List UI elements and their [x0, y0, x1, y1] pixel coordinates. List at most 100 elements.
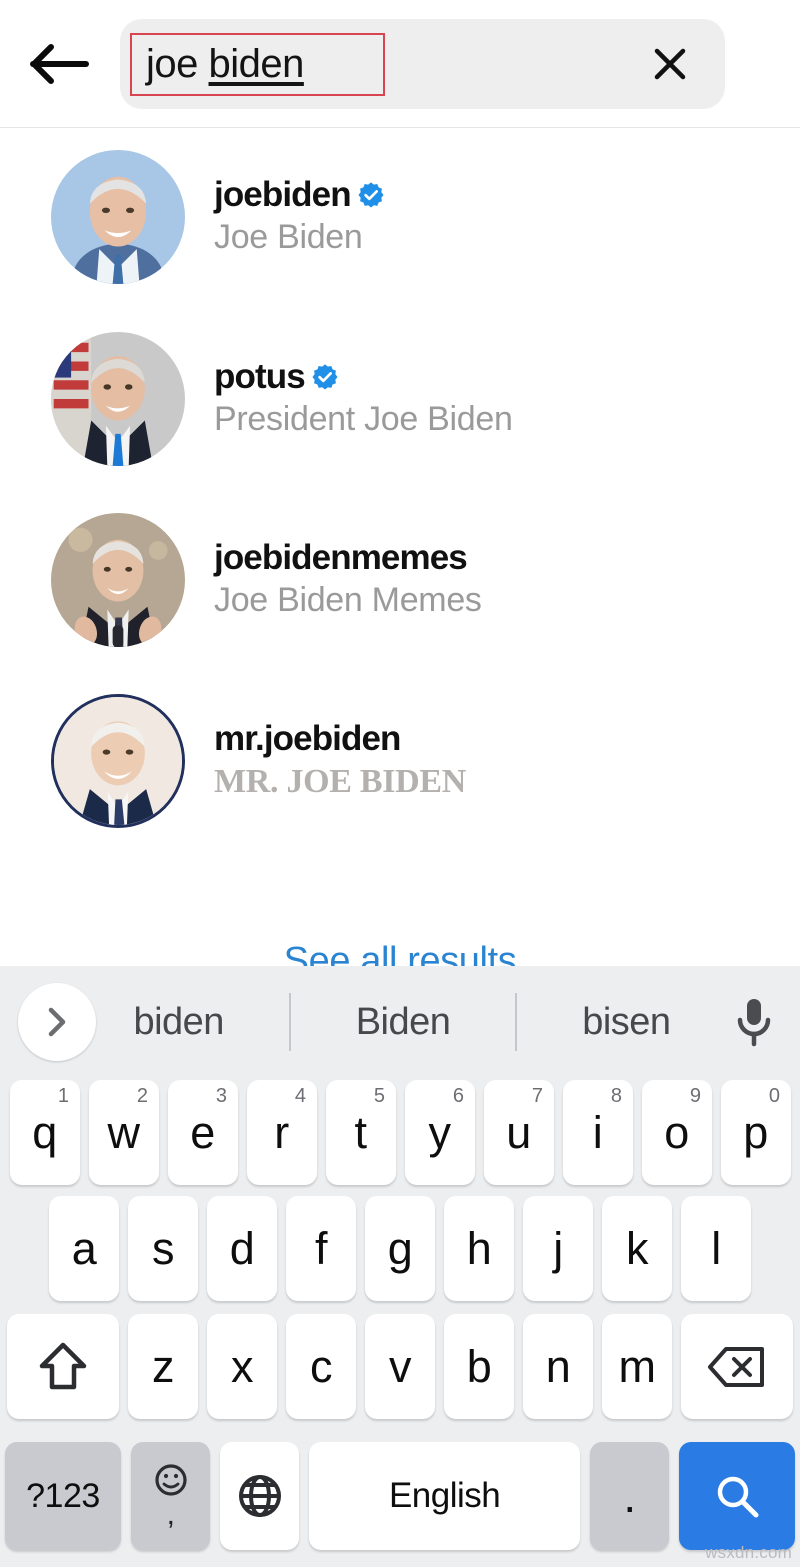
result-row-joebidenmemes[interactable]: joebidenmemes Joe Biden Memes: [0, 492, 800, 667]
suggestion-item[interactable]: bisen: [572, 1001, 680, 1044]
key-m[interactable]: m: [602, 1314, 672, 1419]
result-text-block: joebidenmemes Joe Biden Memes: [214, 537, 482, 622]
key-o[interactable]: 9o: [641, 1080, 712, 1185]
watermark: wsxdn.com: [705, 1543, 792, 1562]
key-num-label: 3: [215, 1085, 227, 1107]
result-fullname: Joe Biden Memes: [214, 581, 482, 620]
key-num-label: 8: [610, 1085, 622, 1107]
key-v[interactable]: v: [365, 1314, 435, 1419]
arrow-left-icon: [30, 43, 89, 84]
emoji-face-icon: [154, 1464, 187, 1496]
key-num-label: 0: [768, 1085, 780, 1107]
keyboard-row-1: 1q 2w 3e 4r 5t 6y 7u 8i 9o 0p: [0, 1078, 800, 1196]
key-s[interactable]: s: [128, 1196, 198, 1301]
key-e[interactable]: 3e: [167, 1080, 238, 1185]
key-num-label: 2: [136, 1085, 148, 1107]
search-screen: joe biden joebiden Joe Biden potus Presi…: [0, 0, 800, 1567]
key-w[interactable]: 2w: [88, 1080, 159, 1185]
key-label: i: [592, 1106, 603, 1158]
numbers-key[interactable]: ?123: [5, 1442, 121, 1550]
result-username: potus: [214, 357, 306, 397]
suggestion-item[interactable]: biden: [123, 1001, 233, 1044]
on-screen-keyboard: biden Biden bisen 1q 2w 3e 4r 5t 6y 7u 8…: [0, 966, 800, 1567]
key-u[interactable]: 7u: [483, 1080, 554, 1185]
key-num-label: 5: [373, 1085, 385, 1107]
search-header: joe biden: [0, 0, 800, 128]
suggestion-bar: biden Biden bisen: [0, 966, 800, 1078]
keyboard-row-3: z x c v b n m: [0, 1314, 800, 1432]
key-num-label: 6: [452, 1085, 464, 1107]
result-username: mr.joebiden: [214, 719, 401, 759]
clear-search-button[interactable]: [645, 39, 695, 89]
emoji-comma-key[interactable]: ,: [130, 1442, 211, 1550]
microphone-icon: [737, 999, 771, 1047]
key-label: q: [32, 1106, 57, 1158]
key-num-label: 1: [57, 1085, 69, 1107]
key-l[interactable]: l: [681, 1196, 751, 1301]
key-d[interactable]: d: [207, 1196, 277, 1301]
key-y[interactable]: 6y: [404, 1080, 475, 1185]
back-button[interactable]: [0, 0, 120, 128]
comma-label: ,: [166, 1498, 175, 1531]
key-f[interactable]: f: [286, 1196, 356, 1301]
globe-icon: [238, 1475, 281, 1517]
search-query-underlined: biden: [208, 41, 305, 86]
suggestion-divider: [515, 993, 518, 1051]
search-icon: [717, 1476, 759, 1518]
backspace-icon: [708, 1346, 764, 1387]
search-submit-key[interactable]: [679, 1442, 795, 1550]
avatar: [51, 331, 185, 466]
key-num-label: 4: [294, 1085, 306, 1107]
search-query-highlight-box: joe biden: [130, 32, 385, 96]
key-x[interactable]: x: [207, 1314, 277, 1419]
key-c[interactable]: c: [286, 1314, 356, 1419]
result-row-potus[interactable]: potus President Joe Biden: [0, 311, 800, 486]
key-k[interactable]: k: [602, 1196, 672, 1301]
key-label: w: [107, 1106, 141, 1158]
key-a[interactable]: a: [49, 1196, 119, 1301]
search-field[interactable]: joe biden: [120, 18, 725, 109]
key-r[interactable]: 4r: [246, 1080, 317, 1185]
key-num-label: 7: [531, 1085, 543, 1107]
avatar-image-potus: [51, 331, 185, 466]
suggestion-items: biden Biden bisen: [96, 993, 708, 1051]
result-username: joebiden: [214, 175, 352, 215]
key-label: y: [428, 1106, 452, 1158]
result-username: joebidenmemes: [214, 538, 468, 578]
key-h[interactable]: h: [444, 1196, 514, 1301]
shift-key[interactable]: [7, 1314, 119, 1419]
period-key[interactable]: .: [589, 1442, 670, 1550]
avatar-image-joebidenmemes: [51, 512, 185, 647]
key-t[interactable]: 5t: [325, 1080, 396, 1185]
key-q[interactable]: 1q: [9, 1080, 80, 1185]
key-label: t: [354, 1106, 367, 1158]
expand-suggestions-button[interactable]: [18, 983, 96, 1061]
result-row-mr-joebiden[interactable]: mr.joebiden MR. JOE BIDEN: [0, 673, 800, 848]
language-switch-key[interactable]: [220, 1442, 300, 1550]
key-i[interactable]: 8i: [562, 1080, 633, 1185]
key-g[interactable]: g: [365, 1196, 435, 1301]
key-n[interactable]: n: [523, 1314, 593, 1419]
backspace-key[interactable]: [681, 1314, 793, 1419]
keyboard-row-4: ?123 , English .: [0, 1432, 800, 1560]
key-label: e: [190, 1106, 215, 1158]
result-text-block: joebiden Joe Biden: [214, 174, 385, 259]
key-label: r: [274, 1106, 289, 1158]
keyboard-row-2: a s d f g h j k l: [0, 1196, 800, 1314]
close-icon: [654, 48, 686, 79]
result-row-joebiden[interactable]: joebiden Joe Biden: [0, 129, 800, 304]
result-text-block: mr.joebiden MR. JOE BIDEN: [214, 718, 466, 803]
space-key[interactable]: English: [309, 1442, 580, 1550]
key-p[interactable]: 0p: [720, 1080, 791, 1185]
key-z[interactable]: z: [128, 1314, 198, 1419]
key-label: p: [743, 1106, 768, 1158]
result-text-block: potus President Joe Biden: [214, 356, 513, 441]
suggestion-item[interactable]: Biden: [346, 1001, 461, 1044]
result-fullname: MR. JOE BIDEN: [214, 763, 467, 801]
key-label: u: [506, 1106, 531, 1158]
key-j[interactable]: j: [523, 1196, 593, 1301]
voice-input-button[interactable]: [708, 994, 800, 1050]
avatar-image-joebiden: [51, 149, 185, 284]
result-fullname: President Joe Biden: [214, 400, 513, 439]
key-b[interactable]: b: [444, 1314, 514, 1419]
